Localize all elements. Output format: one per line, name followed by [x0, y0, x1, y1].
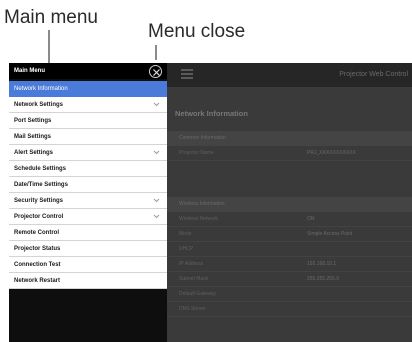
- main-menu-pointer-line: [48, 30, 50, 63]
- menu-item-label: Security Settings: [14, 198, 64, 204]
- info-key: Default Gateway: [179, 291, 216, 297]
- menu-item-label: Schedule Settings: [14, 166, 67, 172]
- info-key: DHCP: [179, 246, 194, 252]
- info-row: DNS Server: [167, 302, 412, 317]
- menu-item-network-settings[interactable]: Network Settings: [9, 97, 167, 113]
- menu-item-network-restart[interactable]: Network Restart: [9, 273, 167, 289]
- info-key: IP Address: [179, 261, 204, 267]
- chevron-down-icon: [153, 150, 160, 155]
- info-value: ON: [307, 216, 315, 222]
- info-value: PRJ_XXXXXXXXXXX: [307, 150, 356, 156]
- menu-item-label: Date/Time Settings: [14, 182, 68, 188]
- main-menu-callout: Main menu: [4, 7, 98, 28]
- menu-item-label: Projector Control: [14, 214, 64, 220]
- screen: Projector Web Control Network Informatio…: [9, 63, 412, 342]
- main-menu-title: Main Menu: [14, 68, 45, 74]
- menu-item-network-information[interactable]: Network Information: [9, 81, 167, 97]
- menu-item-projector-control[interactable]: Projector Control: [9, 209, 167, 225]
- main-menu-list: Network Information Network Settings Por…: [9, 81, 167, 289]
- info-value: 192.168.10.1: [307, 261, 337, 267]
- menu-item-port-settings[interactable]: Port Settings: [9, 113, 167, 129]
- menu-item-label: Alert Settings: [14, 150, 54, 156]
- document-icon: [181, 69, 193, 81]
- chevron-down-icon: [153, 214, 160, 219]
- group-header: Wireless Information: [167, 197, 412, 212]
- info-key: Subnet Mask: [179, 276, 209, 282]
- info-key: Mode: [179, 231, 192, 237]
- menu-close-button[interactable]: [149, 65, 162, 78]
- menu-close-callout: Menu close: [148, 21, 246, 42]
- info-row: Subnet Mask 255.255.255.0: [167, 272, 412, 287]
- info-row: IP Address 192.168.10.1: [167, 257, 412, 272]
- info-key: Wireless Network: [179, 216, 218, 222]
- main-menu-header: Main Menu: [9, 63, 167, 79]
- menu-item-label: Connection Test: [14, 262, 61, 268]
- menu-item-label: Port Settings: [14, 118, 52, 124]
- menu-item-date-time-settings[interactable]: Date/Time Settings: [9, 177, 167, 193]
- menu-item-mail-settings[interactable]: Mail Settings: [9, 129, 167, 145]
- menu-item-label: Projector Status: [14, 246, 61, 252]
- group-title: Common Information: [179, 135, 226, 141]
- menu-item-label: Network Information: [14, 86, 68, 92]
- top-bar: Projector Web Control: [167, 63, 412, 87]
- menu-item-projector-status[interactable]: Projector Status: [9, 241, 167, 257]
- info-key: DNS Server: [179, 306, 206, 312]
- menu-item-remote-control[interactable]: Remote Control: [9, 225, 167, 241]
- menu-item-security-settings[interactable]: Security Settings: [9, 193, 167, 209]
- menu-item-label: Network Restart: [14, 278, 61, 284]
- group-header: Common Information: [167, 131, 412, 146]
- main-menu-panel: Main Menu Network Information Network Se…: [9, 63, 167, 342]
- group-title: Wireless Information: [179, 201, 225, 207]
- info-row: Wireless Network ON: [167, 212, 412, 227]
- info-row: Projector Name PRJ_XXXXXXXXXXX: [167, 146, 412, 161]
- info-value: 255.255.255.0: [307, 276, 339, 282]
- info-key: Projector Name: [179, 150, 214, 156]
- info-row: Default Gateway: [167, 287, 412, 302]
- menu-item-connection-test[interactable]: Connection Test: [9, 257, 167, 273]
- menu-item-label: Network Settings: [14, 102, 64, 108]
- page-content: Network Information Common Information P…: [167, 87, 412, 342]
- menu-item-alert-settings[interactable]: Alert Settings: [9, 145, 167, 161]
- info-row: DHCP: [167, 242, 412, 257]
- app-title: Projector Web Control: [339, 71, 408, 78]
- close-icon: [153, 69, 160, 76]
- info-row: Mode Simple Access Point: [167, 227, 412, 242]
- chevron-down-icon: [153, 198, 160, 203]
- page-title: Network Information: [175, 109, 248, 118]
- menu-item-schedule-settings[interactable]: Schedule Settings: [9, 161, 167, 177]
- menu-item-label: Remote Control: [14, 230, 59, 236]
- menu-item-label: Mail Settings: [14, 134, 52, 140]
- chevron-down-icon: [153, 102, 160, 107]
- menu-close-pointer-line: [155, 45, 157, 60]
- info-value: Simple Access Point: [307, 231, 353, 237]
